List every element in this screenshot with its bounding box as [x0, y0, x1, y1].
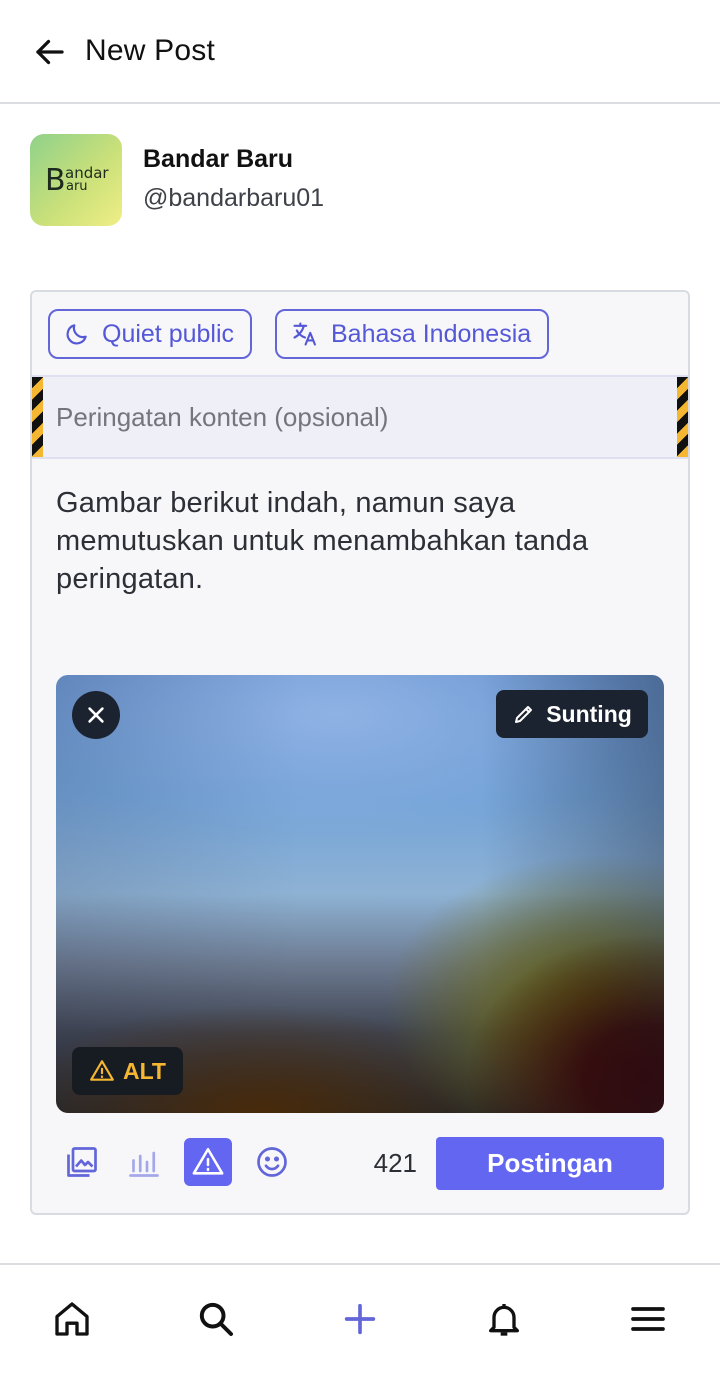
submit-post-button[interactable]: Postingan — [436, 1137, 664, 1190]
bar-chart-icon — [129, 1151, 159, 1177]
visibility-label: Quiet public — [102, 319, 235, 348]
avatar-logo-bottom: aru — [66, 179, 88, 194]
emoji-picker-button[interactable] — [248, 1138, 296, 1186]
plus-icon — [344, 1303, 376, 1335]
warning-stripe-left — [32, 377, 43, 457]
home-icon — [55, 1302, 89, 1336]
warning-triangle-icon — [192, 1147, 224, 1175]
pencil-icon — [515, 706, 533, 723]
media-attachment[interactable]: Sunting ALT — [56, 675, 664, 1113]
post-text-input[interactable]: Gambar berikut indah, namun saya memutus… — [56, 484, 666, 598]
translate-icon — [293, 322, 316, 346]
nav-search[interactable] — [192, 1295, 240, 1343]
add-media-button[interactable] — [58, 1138, 106, 1186]
content-warning-bar — [32, 375, 688, 459]
alt-text-button[interactable]: ALT — [72, 1047, 183, 1095]
bottom-navigation — [0, 1263, 720, 1373]
content-warning-input[interactable] — [56, 377, 656, 457]
nav-menu[interactable] — [624, 1295, 672, 1343]
moon-icon — [66, 324, 87, 345]
content-warning-toggle[interactable] — [184, 1138, 232, 1186]
warning-triangle-icon — [90, 1060, 114, 1081]
image-icon — [67, 1147, 97, 1177]
add-poll-button[interactable] — [120, 1138, 168, 1186]
arrow-left-icon — [36, 39, 64, 65]
edit-media-label: Sunting — [546, 700, 632, 727]
compose-form: Quiet public Bahasa Indonesia Gambar ber… — [30, 290, 690, 1215]
emoji-icon — [257, 1147, 287, 1177]
search-icon — [199, 1302, 233, 1336]
username: @bandarbaru01 — [143, 184, 325, 212]
bell-icon — [489, 1304, 519, 1336]
back-button[interactable] — [30, 32, 70, 72]
avatar-logo-letter: B — [45, 163, 66, 198]
close-icon — [88, 707, 104, 723]
menu-icon — [631, 1307, 665, 1331]
nav-compose[interactable] — [336, 1295, 384, 1343]
warning-stripe-right — [677, 377, 688, 457]
avatar-logo: B andar aru — [41, 160, 111, 200]
nav-home[interactable] — [48, 1295, 96, 1343]
nav-notifications[interactable] — [480, 1295, 528, 1343]
page-title: New Post — [85, 34, 215, 67]
remove-media-button[interactable] — [72, 691, 120, 739]
character-counter: 421 — [373, 1148, 417, 1178]
display-name: Bandar Baru — [143, 145, 294, 173]
edit-media-button[interactable]: Sunting — [496, 690, 648, 738]
visibility-selector[interactable]: Quiet public — [48, 309, 253, 359]
alt-label: ALT — [122, 1057, 166, 1084]
avatar: B andar aru — [30, 134, 122, 226]
language-selector[interactable]: Bahasa Indonesia — [275, 309, 550, 359]
language-label: Bahasa Indonesia — [331, 319, 532, 348]
app-header: New Post — [0, 0, 720, 104]
